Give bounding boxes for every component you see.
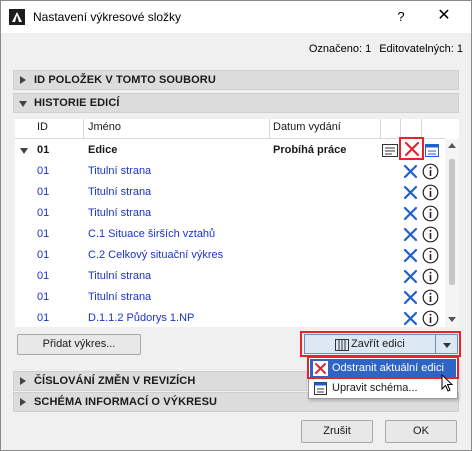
section-schema-label: SCHÉMA INFORMACÍ O VÝKRESU [34, 396, 218, 408]
cancel-button[interactable]: Zrušit [301, 420, 373, 443]
scroll-up-arrow-icon[interactable] [448, 143, 456, 148]
drawing-name: Titulní strana [88, 291, 152, 303]
close-edition-label: Zavřít edici [351, 338, 405, 350]
drawing-row[interactable]: 01 Titulní strana [15, 287, 445, 308]
header-separator [15, 138, 445, 139]
info-icon[interactable] [422, 163, 439, 180]
edition-status: Probíhá práce [273, 144, 347, 156]
menu-item-label: Upravit schéma... [332, 382, 418, 394]
close-edition-button[interactable]: Zavřít edici [304, 334, 436, 354]
info-icon[interactable] [422, 205, 439, 222]
chevron-down-icon [443, 343, 451, 348]
remove-x-icon[interactable] [402, 310, 419, 327]
close-window-button[interactable]: ✕ [429, 5, 459, 29]
drawing-name: Titulní strana [88, 270, 152, 282]
section-ids-label: ID POLOŽEK V TOMTO SOUBORU [34, 74, 216, 86]
section-history-header[interactable]: HISTORIE EDICÍ [13, 93, 459, 113]
table-scrollbar[interactable] [445, 139, 459, 327]
collapse-arrow-icon [19, 101, 27, 107]
drawing-id: 01 [37, 228, 50, 240]
column-divider [400, 119, 401, 138]
section-ids-header[interactable]: ID POLOŽEK V TOMTO SOUBORU [13, 70, 459, 90]
schema-icon [313, 381, 328, 396]
column-divider [83, 119, 84, 138]
column-header-name[interactable]: Jméno [88, 121, 121, 139]
title-bar: Nastavení výkresové složky ? ✕ [1, 1, 471, 33]
drawing-name: D.1.1.2 Půdorys 1.NP [88, 312, 195, 324]
layout-sheet-icon[interactable] [382, 144, 398, 157]
drawing-row[interactable]: 01 Titulní strana [15, 182, 445, 203]
dialog-window: Nastavení výkresové složky ? ✕ Označeno:… [0, 0, 472, 451]
expand-arrow-icon [20, 76, 26, 84]
edition-name: Edice [88, 144, 118, 156]
drawing-name: C.1 Situace širších vztahů [88, 228, 216, 240]
book-icon [335, 339, 349, 351]
delete-edition-menu-highlight [307, 356, 459, 379]
drawing-name: C.2 Celkový situační výkres [88, 249, 224, 261]
close-edition-split-button[interactable]: Zavřít edici [304, 334, 458, 354]
edition-row[interactable]: 01 Edice Probíhá práce [15, 140, 445, 161]
ok-button[interactable]: OK [385, 420, 457, 443]
info-icon[interactable] [422, 247, 439, 264]
section-changes-label: ČÍSLOVÁNÍ ZMĚN V REVIZÍCH [34, 375, 196, 387]
selection-info: Označeno: 1 Editovatelných: 1 [309, 43, 463, 55]
scroll-thumb[interactable] [449, 159, 455, 285]
drawing-id: 01 [37, 186, 50, 198]
drawing-row[interactable]: 01 C.2 Celkový situační výkres [15, 245, 445, 266]
section-history-label: HISTORIE EDICÍ [34, 97, 120, 109]
column-header-date[interactable]: Datum vydání [273, 121, 341, 139]
selected-count: Označeno: 1 [308, 43, 372, 55]
column-divider [269, 119, 270, 138]
add-drawing-button[interactable]: Přidat výkres... [17, 334, 141, 355]
drawing-id: 01 [37, 165, 50, 177]
info-icon[interactable] [422, 289, 439, 306]
remove-x-icon[interactable] [402, 268, 419, 285]
editable-count: Editovatelných: 1 [379, 43, 463, 55]
remove-x-icon[interactable] [402, 163, 419, 180]
drawing-id: 01 [37, 291, 50, 303]
scroll-down-arrow-icon[interactable] [448, 317, 456, 322]
archicad-app-icon [9, 9, 25, 25]
info-icon[interactable] [422, 310, 439, 327]
info-icon[interactable] [422, 226, 439, 243]
drawing-row[interactable]: 01 Titulní strana [15, 203, 445, 224]
column-divider [380, 119, 381, 138]
close-edition-dropdown-toggle[interactable] [436, 334, 458, 354]
help-button[interactable]: ? [389, 5, 413, 29]
drawing-id: 01 [37, 249, 50, 261]
remove-x-icon[interactable] [402, 184, 419, 201]
drawing-id: 01 [37, 207, 50, 219]
drawing-row[interactable]: 01 C.1 Situace širších vztahů [15, 224, 445, 245]
editions-table: ID Jméno Datum vydání 01 Edice Probíhá p… [15, 119, 459, 327]
delete-edition-highlight[interactable] [399, 137, 424, 160]
mouse-cursor-icon [441, 373, 455, 394]
menu-item-edit-schema[interactable]: Upravit schéma... [310, 379, 456, 398]
remove-x-icon[interactable] [402, 247, 419, 264]
expand-arrow-icon [20, 377, 26, 385]
drawing-name: Titulní strana [88, 165, 152, 177]
drawing-row[interactable]: 01 Titulní strana [15, 266, 445, 287]
remove-x-icon[interactable] [402, 205, 419, 222]
drawing-id: 01 [37, 312, 50, 324]
delete-red-x-icon[interactable] [404, 141, 420, 157]
collapse-arrow-icon[interactable] [20, 148, 28, 154]
info-icon[interactable] [422, 184, 439, 201]
drawing-row[interactable]: 01 D.1.1.2 Půdorys 1.NP [15, 308, 445, 329]
properties-icon[interactable] [425, 144, 439, 157]
column-header-id[interactable]: ID [37, 121, 48, 139]
edition-id: 01 [37, 144, 50, 156]
drawing-name: Titulní strana [88, 186, 152, 198]
info-icon[interactable] [422, 268, 439, 285]
drawing-id: 01 [37, 270, 50, 282]
section-changes-header[interactable]: ČÍSLOVÁNÍ ZMĚN V REVIZÍCH [13, 371, 307, 391]
remove-x-icon[interactable] [402, 289, 419, 306]
remove-x-icon[interactable] [402, 226, 419, 243]
drawing-row[interactable]: 01 Titulní strana [15, 161, 445, 182]
expand-arrow-icon [20, 398, 26, 406]
column-divider [421, 119, 422, 138]
window-title: Nastavení výkresové složky [33, 10, 182, 24]
drawing-name: Titulní strana [88, 207, 152, 219]
